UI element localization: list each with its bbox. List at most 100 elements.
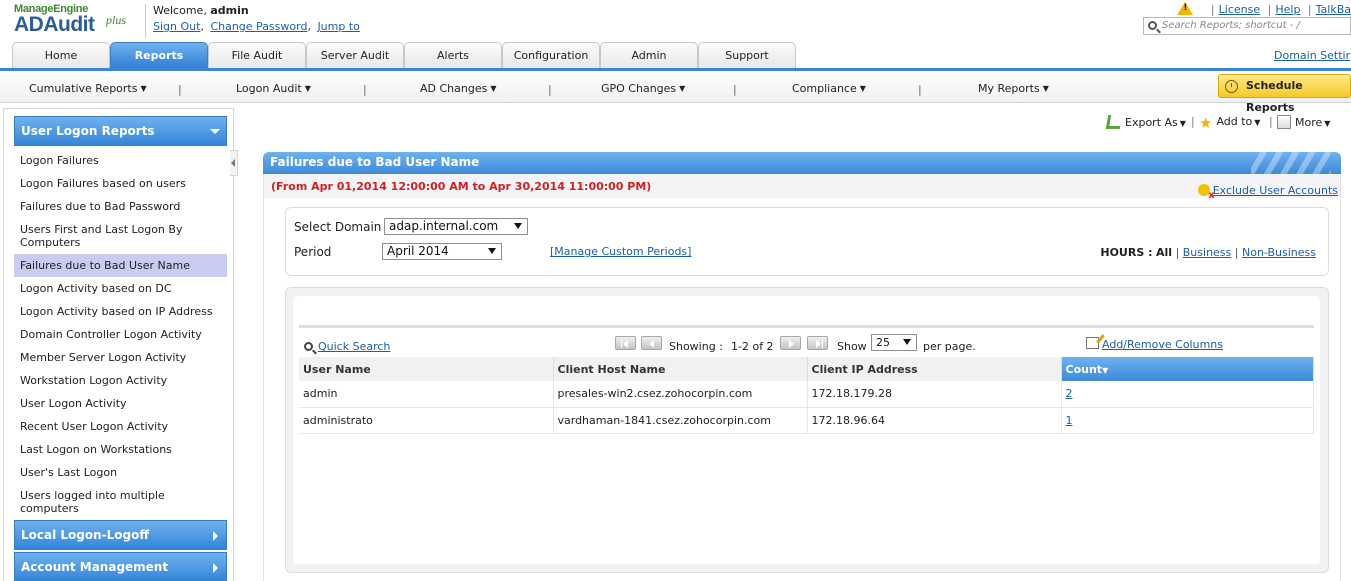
last-page-button[interactable] (807, 336, 828, 350)
sidebar-item-first-last-logon[interactable]: Users First and Last Logon By Computers (14, 218, 227, 254)
menu-label: Cumulative Reports (29, 82, 138, 95)
hours-all[interactable]: All (1156, 246, 1172, 259)
table-row[interactable]: administrato vardhaman-1841.csez.zohocor… (299, 407, 1314, 434)
more-button[interactable]: More ▼ (1277, 115, 1330, 129)
menu-gpo-changes[interactable]: GPO Changes ▼ (601, 82, 685, 95)
sidebar-item-logon-failures-users[interactable]: Logon Failures based on users (14, 172, 227, 195)
add-to-button[interactable]: ★ Add to ▼ (1199, 115, 1260, 131)
menu-ad-changes[interactable]: AD Changes ▼ (420, 82, 497, 95)
sidebar-item-recent-user-logon[interactable]: Recent User Logon Activity (14, 415, 227, 438)
sidebar-collapse-handle[interactable] (230, 150, 238, 176)
section-label: Local Logon-Logoff (21, 528, 150, 542)
sidebar-item-logon-dc[interactable]: Logon Activity based on DC (14, 277, 227, 300)
column-header-client-ip[interactable]: Client IP Address (807, 357, 1062, 381)
add-remove-columns-link[interactable]: Add/Remove Columns (1102, 338, 1223, 351)
filter-panel: Select Domain adap.internal.com Period A… (285, 207, 1329, 276)
domain-settings-link[interactable]: Domain Settir (1274, 49, 1350, 62)
header-divider (145, 4, 146, 38)
quick-search-link[interactable]: Quick Search (318, 340, 390, 353)
sidebar-item-logon-failures[interactable]: Logon Failures (14, 149, 227, 172)
sidebar-item-member-server[interactable]: Member Server Logon Activity (14, 346, 227, 369)
help-link[interactable]: Help (1275, 3, 1300, 16)
app-header: ManageEngine ADAudit plus Welcome, admin… (0, 0, 1351, 68)
tab-admin[interactable]: Admin (600, 42, 698, 68)
action-divider: | (1191, 115, 1195, 128)
sidebar-item-bad-password[interactable]: Failures due to Bad Password (14, 195, 227, 218)
hours-filter: HOURS : All | Business | Non-Business (1100, 246, 1316, 259)
sidebar-section-user-logon-reports[interactable]: User Logon Reports (14, 116, 227, 146)
jump-to-link[interactable]: Jump to (317, 20, 359, 33)
caret-down-icon: ▼ (1179, 119, 1186, 128)
menu-cumulative-reports[interactable]: Cumulative Reports ▼ (29, 82, 147, 95)
exclude-user-accounts-link[interactable]: Exclude User Accounts (1213, 184, 1338, 197)
change-password-link[interactable]: Change Password (210, 20, 307, 33)
export-as-button[interactable]: Export As ▼ (1105, 115, 1186, 129)
menu-label: My Reports (978, 82, 1040, 95)
column-header-client-host[interactable]: Client Host Name (553, 357, 808, 381)
manage-custom-periods-link[interactable]: [Manage Custom Periods] (550, 245, 691, 258)
report-search-input[interactable]: Search Reports; shortcut - / (1143, 17, 1351, 35)
schedule-reports-button[interactable]: Schedule Reports (1218, 74, 1351, 114)
action-divider: | (1269, 115, 1273, 128)
warning-icon[interactable] (1177, 2, 1194, 15)
report-sidebar: User Logon Reports Logon Failures Logon … (3, 108, 234, 581)
previous-page-button[interactable] (641, 336, 662, 350)
menu-compliance[interactable]: Compliance ▼ (792, 82, 866, 95)
talkback-link[interactable]: TalkBa (1316, 3, 1351, 16)
quick-search[interactable]: Quick Search (304, 340, 390, 353)
sidebar-item-bad-user-name[interactable]: Failures due to Bad User Name (14, 254, 227, 277)
column-header-count[interactable]: Count▼ (1061, 357, 1314, 381)
sign-out-link[interactable]: Sign Out (153, 20, 200, 33)
menu-label: Logon Audit (236, 82, 302, 95)
cell-user-name: administrato (299, 407, 554, 434)
search-icon (304, 342, 313, 351)
add-remove-columns[interactable]: Add/Remove Columns (1086, 337, 1223, 351)
tab-file-audit[interactable]: File Audit (208, 42, 306, 68)
domain-select[interactable]: adap.internal.com (384, 218, 528, 235)
sidebar-item-dc-logon[interactable]: Domain Controller Logon Activity (14, 323, 227, 346)
menu-divider: | (178, 83, 182, 96)
sidebar-item-logon-ip[interactable]: Logon Activity based on IP Address (14, 300, 227, 323)
count-link[interactable]: 2 (1066, 387, 1073, 400)
period-label: Period (294, 245, 332, 259)
tab-server-audit[interactable]: Server Audit (306, 42, 404, 68)
add-to-label: Add to (1216, 115, 1253, 128)
exclude-user-accounts[interactable]: Exclude User Accounts (1197, 184, 1338, 201)
sidebar-item-users-last-logon[interactable]: User's Last Logon (14, 461, 227, 484)
per-page-select[interactable]: 25 (871, 334, 917, 351)
period-select[interactable]: April 2014 (382, 243, 502, 260)
table-header-row: User Name Client Host Name Client IP Add… (299, 357, 1314, 381)
sub-menu-bar: Cumulative Reports ▼ | Logon Audit ▼ | AD … (0, 68, 1351, 114)
sidebar-item-last-logon-workstations[interactable]: Last Logon on Workstations (14, 438, 227, 461)
caret-down-icon: ▼ (490, 84, 497, 93)
count-link[interactable]: 1 (1066, 414, 1073, 427)
tab-home[interactable]: Home (12, 42, 110, 68)
column-header-user-name[interactable]: User Name (299, 357, 554, 381)
menu-my-reports[interactable]: My Reports ▼ (978, 82, 1049, 95)
next-page-button[interactable] (780, 336, 801, 350)
license-link[interactable]: License (1219, 3, 1260, 16)
welcome-prefix: Welcome, (153, 4, 207, 17)
search-placeholder: Search Reports; shortcut - / (1162, 20, 1300, 31)
sidebar-section-account-management[interactable]: Account Management (14, 552, 227, 581)
table-row[interactable]: admin presales-win2.csez.zohocorpin.com … (299, 381, 1314, 408)
hours-business-link[interactable]: Business (1183, 246, 1232, 259)
tab-reports[interactable]: Reports (110, 42, 208, 68)
more-label: More (1295, 116, 1323, 129)
product-logo[interactable]: ManageEngine ADAudit plus (14, 3, 126, 35)
tab-support[interactable]: Support (698, 42, 796, 68)
sidebar-item-user-logon[interactable]: User Logon Activity (14, 392, 227, 415)
first-page-button[interactable] (615, 336, 636, 350)
sidebar-item-multiple-computers[interactable]: Users logged into multiple computers (14, 484, 227, 520)
menu-label: GPO Changes (601, 82, 677, 95)
tab-configuration[interactable]: Configuration (502, 42, 600, 68)
per-page-value: 25 (876, 336, 890, 349)
report-subheader: (From Apr 01,2014 12:00:00 AM to Apr 30,… (263, 174, 1341, 201)
hours-non-business-link[interactable]: Non-Business (1242, 246, 1316, 259)
sidebar-item-workstation[interactable]: Workstation Logon Activity (14, 369, 227, 392)
tab-alerts[interactable]: Alerts (404, 42, 502, 68)
caret-down-icon: ▼ (1324, 119, 1331, 128)
sidebar-section-local-logon[interactable]: Local Logon-Logoff (14, 520, 227, 550)
menu-logon-audit[interactable]: Logon Audit ▼ (236, 82, 311, 95)
menu-divider: | (363, 83, 367, 96)
